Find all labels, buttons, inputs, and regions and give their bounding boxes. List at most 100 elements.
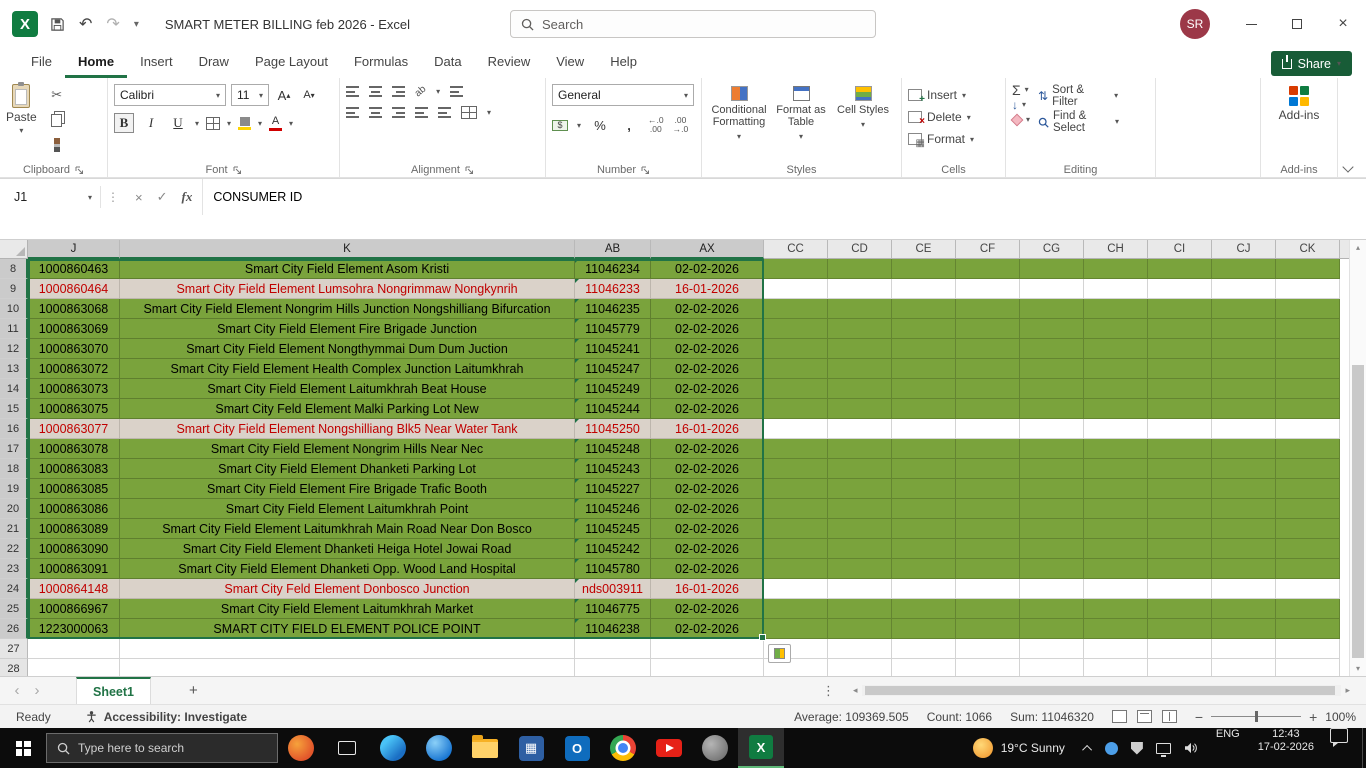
cell-empty[interactable] [1084,379,1148,399]
cell-empty[interactable] [828,279,892,299]
cell-empty[interactable] [1020,519,1084,539]
maximize-button[interactable] [1274,0,1320,48]
cell-empty[interactable] [828,259,892,279]
cell-empty[interactable] [828,459,892,479]
namebox-resize-handle[interactable]: ⋮ [100,186,125,208]
sort-filter-button[interactable]: ⇅ Sort & Filter ▾ [1038,84,1119,108]
bold-button[interactable]: B [114,113,134,133]
cell-empty[interactable] [1148,279,1212,299]
cell-empty[interactable] [828,539,892,559]
cell-empty[interactable] [1020,459,1084,479]
cell-empty[interactable] [828,439,892,459]
start-button[interactable] [0,728,46,768]
increase-indent-icon[interactable] [438,107,451,118]
name-box[interactable]: J1 ▾ [0,179,100,215]
cell-empty[interactable] [1148,559,1212,579]
chevron-down-icon[interactable]: ▾ [258,119,262,128]
cell-empty[interactable] [764,539,828,559]
cell-meter-id[interactable]: nds003911 [575,579,651,599]
cell-empty[interactable] [1212,619,1276,639]
cell-empty[interactable] [828,479,892,499]
row-header-20[interactable]: 20 [0,499,28,519]
cell-meter-id[interactable] [575,639,651,659]
cell-billing-date[interactable] [651,639,764,659]
cell-empty[interactable] [1276,639,1340,659]
cell-empty[interactable] [1276,619,1340,639]
italic-button[interactable]: I [141,113,161,133]
tab-data[interactable]: Data [421,48,474,78]
column-header-CJ[interactable]: CJ [1212,240,1276,259]
cell-empty[interactable] [1212,639,1276,659]
minimize-button[interactable] [1228,0,1274,48]
cell-empty[interactable] [892,499,956,519]
column-header-CH[interactable]: CH [1084,240,1148,259]
cell-empty[interactable] [1084,259,1148,279]
cell-consumer-id[interactable]: 1000863077 [28,419,120,439]
column-header-K[interactable]: K [120,240,575,259]
cell-site-name[interactable]: Smart City Feld Element Malki Parking Lo… [120,399,575,419]
cell-empty[interactable] [892,579,956,599]
cell-empty[interactable] [892,439,956,459]
cell-empty[interactable] [1084,659,1148,676]
cell-empty[interactable] [1212,599,1276,619]
align-center-icon[interactable] [369,107,382,118]
cell-meter-id[interactable]: 11046234 [575,259,651,279]
align-bottom-icon[interactable] [392,86,405,97]
cell-empty[interactable] [1276,559,1340,579]
cell-empty[interactable] [1148,479,1212,499]
cell-empty[interactable] [956,619,1020,639]
cell-empty[interactable] [956,299,1020,319]
cell-consumer-id[interactable]: 1000863089 [28,519,120,539]
cell-site-name[interactable]: Smart City Field Element Nongthymmai Dum… [120,339,575,359]
cell-meter-id[interactable]: 11046233 [575,279,651,299]
page-layout-view-icon[interactable] [1137,710,1152,723]
accounting-format-icon[interactable]: $ [552,120,568,131]
autosum-button[interactable]: Σ▾ [1012,84,1030,96]
chrome-icon[interactable] [600,728,646,768]
cell-billing-date[interactable]: 16-01-2026 [651,419,764,439]
cell-site-name[interactable]: Smart City Field Element Dhanketi Heiga … [120,539,575,559]
cell-consumer-id[interactable]: 1000860463 [28,259,120,279]
cell-site-name[interactable]: Smart City Field Element Dhanketi Opp. W… [120,559,575,579]
cell-empty[interactable] [956,419,1020,439]
cell-empty[interactable] [1148,339,1212,359]
cell-empty[interactable] [892,279,956,299]
cell-empty[interactable] [1020,399,1084,419]
cell-meter-id[interactable]: 11046238 [575,619,651,639]
chevron-down-icon[interactable]: ▾ [487,108,491,117]
cell-site-name[interactable]: Smart City Field Element Laitumkhrah Mar… [120,599,575,619]
sheet-nav-right-icon[interactable]: › [20,682,54,699]
row-header-8[interactable]: 8 [0,259,28,279]
cell-empty[interactable] [1276,299,1340,319]
row-header-22[interactable]: 22 [0,539,28,559]
row-header-10[interactable]: 10 [0,299,28,319]
cell-meter-id[interactable]: 11046775 [575,599,651,619]
addins-button[interactable]: Add-ins [1267,84,1331,122]
file-explorer-icon[interactable] [462,728,508,768]
cell-empty[interactable] [1148,259,1212,279]
align-middle-icon[interactable] [369,86,382,97]
cell-empty[interactable] [1212,579,1276,599]
accessibility-status[interactable]: Accessibility: Investigate [67,710,247,724]
format-as-table-button[interactable]: Format as Table ▾ [770,84,832,143]
column-header-CK[interactable]: CK [1276,240,1340,259]
cell-consumer-id[interactable]: 1000863083 [28,459,120,479]
row-header-13[interactable]: 13 [0,359,28,379]
cell-site-name[interactable] [120,659,575,676]
cell-empty[interactable] [1276,499,1340,519]
dialog-launcher-icon[interactable] [641,166,650,175]
show-desktop-button[interactable] [1362,728,1366,768]
cell-site-name[interactable]: Smart City Field Element Nongrim Hills N… [120,439,575,459]
cell-billing-date[interactable]: 02-02-2026 [651,319,764,339]
cell-empty[interactable] [828,659,892,676]
cell-empty[interactable] [956,439,1020,459]
chevron-down-icon[interactable]: ▾ [577,121,581,130]
cell-empty[interactable] [764,359,828,379]
sheet-tab-sheet1[interactable]: Sheet1 [76,677,151,705]
cell-empty[interactable] [828,299,892,319]
cell-empty[interactable] [1020,499,1084,519]
cell-empty[interactable] [1020,439,1084,459]
share-button[interactable]: Share ▾ [1271,51,1352,76]
cell-empty[interactable] [764,619,828,639]
cell-consumer-id[interactable]: 1000866967 [28,599,120,619]
